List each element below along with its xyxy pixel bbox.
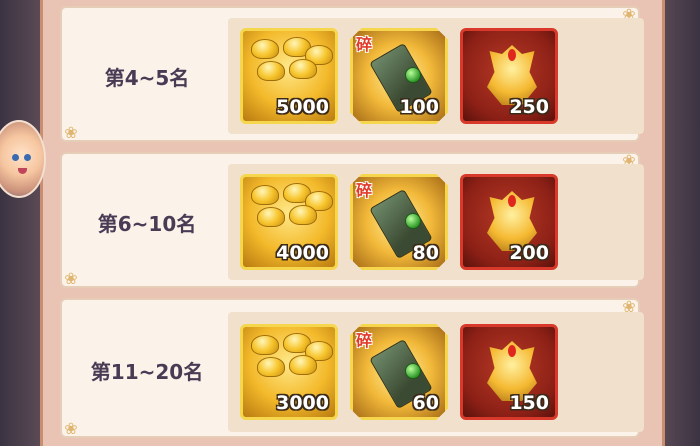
rank-row: ❀ ❀ 第6~10名 4000 碎 80 200 [60,152,644,288]
reward-count: 5000 [276,96,329,118]
equipment-fragment-icon[interactable]: 碎 100 [350,28,448,124]
reward-strip: 3000 碎 60 150 [228,312,644,432]
dragon-mask-icon[interactable]: 150 [460,324,558,420]
reward-count: 150 [509,392,549,414]
corner-ornament-icon: ❀ [64,123,78,142]
rank-row: ❀ ❀ 第4~5名 5000 碎 100 250 [60,6,644,142]
reward-count: 60 [412,392,439,414]
gold-ingot-icon[interactable]: 3000 [240,324,338,420]
reward-count: 80 [412,242,439,264]
dragon-mask-icon[interactable]: 250 [460,28,558,124]
reward-strip: 4000 碎 80 200 [228,164,644,280]
reward-count: 100 [399,96,439,118]
reward-count: 4000 [276,242,329,264]
fragment-tag: 碎 [356,181,373,200]
reward-count: 250 [509,96,549,118]
gold-ingot-icon[interactable]: 4000 [240,174,338,270]
corner-ornament-icon: ❀ [64,269,78,288]
fragment-tag: 碎 [356,35,373,54]
dragon-mask-icon[interactable]: 200 [460,174,558,270]
rank-label: 第4~5名 [104,66,190,90]
reward-count: 3000 [276,392,329,414]
reward-strip: 5000 碎 100 250 [228,18,644,134]
rank-row: ❀ ❀ 第11~20名 3000 碎 60 150 [60,298,644,438]
gold-ingot-icon[interactable]: 5000 [240,28,338,124]
rank-label: 第6~10名 [97,212,197,236]
equipment-fragment-icon[interactable]: 碎 60 [350,324,448,420]
equipment-fragment-icon[interactable]: 碎 80 [350,174,448,270]
rank-label: 第11~20名 [90,360,204,384]
fragment-tag: 碎 [356,331,373,350]
background-left [0,0,40,446]
background-right [660,0,700,446]
reward-count: 200 [509,242,549,264]
corner-ornament-icon: ❀ [64,419,78,438]
